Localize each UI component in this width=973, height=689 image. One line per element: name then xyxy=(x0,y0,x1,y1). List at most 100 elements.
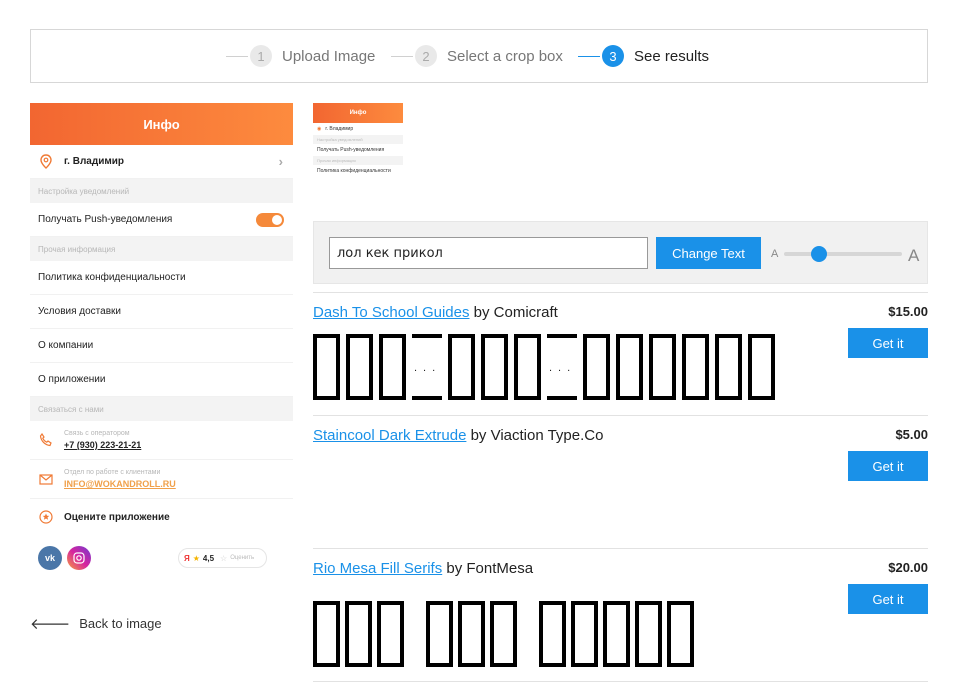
support-row: Отдел по работе с клиентами INFO@WOKANDR… xyxy=(30,460,293,499)
preview-glyph xyxy=(490,601,517,667)
preview-glyph xyxy=(667,601,694,667)
font-result: Dash To School Guides by Comicraft $15.0… xyxy=(313,292,928,425)
font-result: Rio Mesa Fill Serifs by FontMesa $20.00 … xyxy=(313,548,928,682)
operator-caption: Связь с оператором xyxy=(64,430,130,437)
font-foundry: by Viaction Type.Co xyxy=(470,427,604,444)
vk-icon: vk xyxy=(38,546,62,570)
rate-row: Оцените приложение xyxy=(30,499,293,535)
support-caption: Отдел по работе с клиентами xyxy=(64,469,161,476)
thumb-row: Политика конфиденциальности xyxy=(317,168,391,174)
thumb-city: г. Владимир xyxy=(325,126,354,132)
preview-glyph xyxy=(748,334,775,400)
location-pin-icon xyxy=(38,154,54,170)
result-title: Dash To School Guides by Comicraft xyxy=(313,304,558,321)
thumb-section: Прочая информация xyxy=(313,156,403,165)
preview-glyph xyxy=(571,601,598,667)
font-preview xyxy=(313,453,843,527)
menu-item: О приложении xyxy=(30,363,293,397)
instagram-icon xyxy=(67,546,91,570)
step-label: Select a crop box xyxy=(447,47,563,65)
menu-item: Политика конфиденциальности xyxy=(30,261,293,295)
preview-glyph xyxy=(313,334,340,400)
step-connector xyxy=(226,55,248,57)
rating-badge: Я ★ 4,5 ☆ Оценить xyxy=(178,548,267,568)
font-name-link[interactable]: Dash To School Guides xyxy=(313,304,469,321)
arrow-left-icon: 🡐 xyxy=(30,616,71,633)
size-large-label: A xyxy=(908,246,920,265)
thumb-row: ◉ г. Владимир xyxy=(313,123,403,135)
rate-label: Оцените приложение xyxy=(64,511,170,523)
star-icon: ★ xyxy=(192,553,200,563)
phone-header: Инфо xyxy=(30,103,293,145)
push-label: Получать Push-уведомления xyxy=(38,214,173,225)
rating-value: 4,5 xyxy=(202,553,215,563)
change-text-button[interactable]: Change Text xyxy=(656,237,761,269)
font-preview: ... ... xyxy=(313,330,843,404)
preview-glyph xyxy=(379,334,406,400)
font-price: $15.00 xyxy=(888,304,928,319)
mail-icon xyxy=(38,471,54,487)
section-header: Связаться с нами xyxy=(30,397,293,421)
sample-text-input[interactable] xyxy=(329,237,648,269)
preview-glyph xyxy=(448,334,475,400)
get-it-button[interactable]: Get it xyxy=(848,451,928,481)
preview-glyph xyxy=(345,601,372,667)
preview-glyph xyxy=(313,601,340,667)
step-see-results[interactable]: 3 See results xyxy=(578,44,709,68)
size-slider[interactable] xyxy=(784,246,902,262)
support-email: INFO@WOKANDROLL.RU xyxy=(64,479,176,489)
step-upload-image[interactable]: 1 Upload Image xyxy=(226,44,375,68)
step-label: See results xyxy=(634,47,710,65)
thumb-section: Настройка уведомлений xyxy=(313,135,403,144)
get-it-button[interactable]: Get it xyxy=(848,328,928,358)
step-select-crop-box[interactable]: 2 Select a crop box xyxy=(391,44,563,68)
preview-glyph: ... xyxy=(547,334,577,400)
push-row: Получать Push-уведомления xyxy=(30,203,293,237)
phone-icon xyxy=(38,432,54,448)
preview-glyph xyxy=(346,334,373,400)
result-title: Staincool Dark Extrude by Viaction Type.… xyxy=(313,427,603,444)
star-circle-icon xyxy=(38,509,54,525)
preview-glyph xyxy=(426,601,453,667)
result-title: Rio Mesa Fill Serifs by FontMesa xyxy=(313,560,533,577)
step-label: Upload Image xyxy=(282,47,376,65)
preview-glyph xyxy=(616,334,643,400)
slider-handle[interactable] xyxy=(811,246,828,262)
preview-glyph xyxy=(715,334,742,400)
star-outline-icon: ☆ xyxy=(220,553,228,563)
step-connector xyxy=(578,55,600,57)
city-row: г. Владимир › xyxy=(30,145,293,179)
font-foundry: by Comicraft xyxy=(473,304,558,321)
thumb-row: Получать Push-уведомления xyxy=(317,147,385,153)
social-row: vk Я ★ 4,5 ☆ Оценить xyxy=(30,535,293,581)
get-it-button[interactable]: Get it xyxy=(848,584,928,614)
operator-row: Связь с оператором +7 (930) 223-21-21 xyxy=(30,421,293,460)
size-small-label: A xyxy=(771,248,779,260)
location-pin-icon: ◉ xyxy=(317,126,322,132)
font-name-link[interactable]: Staincool Dark Extrude xyxy=(313,427,466,444)
font-price: $5.00 xyxy=(895,427,928,442)
font-name-link[interactable]: Rio Mesa Fill Serifs xyxy=(313,560,442,577)
thumb-header: Инфо xyxy=(313,103,403,123)
font-foundry: by FontMesa xyxy=(446,560,534,577)
preview-glyph xyxy=(603,601,630,667)
back-label: Back to image xyxy=(79,616,162,631)
chevron-right-icon: › xyxy=(278,154,283,169)
preview-glyph: ... xyxy=(412,334,442,400)
steps-bar: 1 Upload Image 2 Select a crop box 3 See… xyxy=(30,29,928,83)
menu-item: Условия доставки xyxy=(30,295,293,329)
font-preview xyxy=(313,597,843,671)
section-header: Прочая информация xyxy=(30,237,293,261)
step-number: 3 xyxy=(602,45,624,67)
preview-glyph xyxy=(682,334,709,400)
section-header: Настройка уведомлений xyxy=(30,179,293,203)
city-label: г. Владимир xyxy=(64,156,125,167)
preview-glyph xyxy=(649,334,676,400)
operator-phone: +7 (930) 223-21-21 xyxy=(64,440,142,450)
text-controls: Change Text A A xyxy=(313,221,928,284)
back-to-image-link[interactable]: 🡐 Back to image xyxy=(30,614,162,633)
step-number: 2 xyxy=(415,45,437,67)
preview-glyph xyxy=(583,334,610,400)
uploaded-image: Инфо г. Владимир › Настройка уведомлений… xyxy=(30,103,293,581)
push-toggle xyxy=(256,212,284,227)
